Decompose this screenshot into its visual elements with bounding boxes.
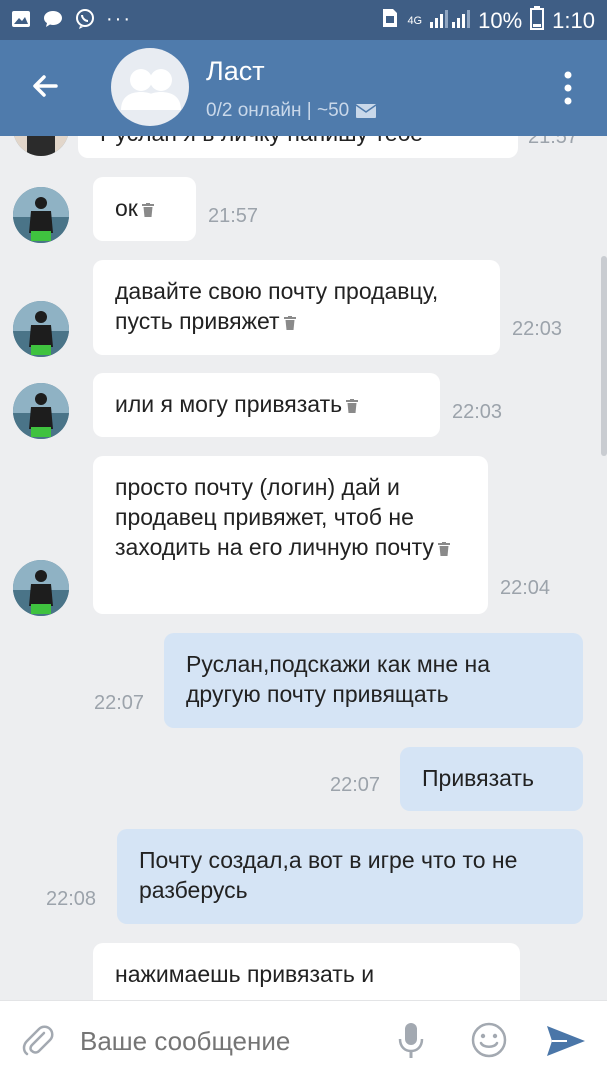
message-bubble[interactable]: Привязать	[400, 747, 583, 811]
status-right-icons: 4G 10% 1:10	[381, 6, 595, 36]
message-bubble[interactable]: просто почту (логин) дай и продавец прив…	[93, 456, 488, 614]
user-photo	[13, 383, 69, 439]
message-time: 22:07	[330, 774, 381, 796]
chat-title[interactable]: Ласт	[206, 56, 265, 87]
user-photo	[13, 301, 69, 357]
battery-icon	[530, 6, 545, 36]
user-photo	[13, 136, 69, 156]
message-text: Руслан,подскажи как мне на другую почту …	[186, 651, 491, 707]
message-text: Руслан я в личку напишу тебе	[100, 136, 423, 146]
more-menu-button[interactable]	[563, 70, 573, 106]
emoji-button[interactable]	[470, 1021, 508, 1059]
message-list[interactable]: Руслан я в личку напишу тебе 21:57 ок 21…	[0, 136, 607, 1000]
user-photo	[13, 560, 69, 616]
voice-button[interactable]	[396, 1021, 426, 1061]
message-input[interactable]	[80, 1023, 380, 1059]
message-text: просто почту (логин) дай и продавец прив…	[115, 474, 434, 560]
more-vertical-icon	[564, 71, 572, 105]
scrollbar[interactable]	[601, 256, 607, 456]
sender-avatar[interactable]	[13, 383, 69, 439]
message-bubble[interactable]: ок	[93, 177, 196, 241]
group-avatar[interactable]	[111, 48, 189, 126]
sender-avatar[interactable]	[13, 560, 69, 616]
chat-header: Ласт 0/2 онлайн | ~50	[0, 40, 607, 136]
members-online: 0/2 онлайн | ~50	[206, 100, 350, 121]
message-bubble[interactable]: нажимаешь привязать и	[93, 943, 520, 1000]
message-time: 21:57	[528, 136, 579, 148]
trash-icon[interactable]	[437, 541, 450, 556]
back-button[interactable]	[26, 66, 66, 106]
more-notifications-icon: ···	[106, 8, 132, 30]
message-bubble[interactable]: Руслан я в личку напишу тебе	[78, 136, 518, 158]
clock: 1:10	[552, 8, 595, 33]
message-text: или я могу привязать	[115, 391, 343, 417]
send-icon	[547, 1026, 585, 1056]
gallery-notification-icon	[10, 8, 32, 30]
chat-subtitle: 0/2 онлайн | ~50	[206, 100, 377, 122]
message-time: 22:07	[94, 692, 145, 714]
message-bubble[interactable]: или я могу привязать	[93, 373, 440, 437]
sim-icon	[381, 7, 399, 35]
signal-icon	[430, 7, 471, 35]
message-text: нажимаешь привязать и	[115, 961, 375, 987]
message-time: 22:04	[500, 577, 551, 599]
sender-avatar[interactable]	[13, 187, 69, 243]
attach-button[interactable]	[20, 1023, 56, 1059]
trash-icon[interactable]	[346, 398, 359, 413]
message-text: Почту создал,а вот в игре что то не разб…	[139, 847, 518, 903]
sender-avatar[interactable]	[13, 301, 69, 357]
network-type: 4G	[407, 14, 423, 27]
message-bubble[interactable]: давайте свою почту продавцу, пусть привя…	[93, 260, 500, 355]
status-left-icons: ···	[10, 8, 132, 30]
status-bar: ··· 4G 10% 1:10	[0, 0, 607, 40]
smiley-icon	[471, 1022, 507, 1058]
message-time: 22:08	[46, 888, 97, 910]
trash-icon[interactable]	[141, 202, 154, 217]
user-photo	[13, 187, 69, 243]
message-time: 22:03	[452, 401, 503, 423]
message-text: давайте свою почту продавцу, пусть привя…	[115, 278, 439, 334]
message-composer	[0, 1000, 607, 1080]
message-time: 21:57	[208, 205, 259, 227]
message-text: Привязать	[422, 765, 534, 791]
group-people-icon	[121, 69, 181, 110]
trash-icon[interactable]	[283, 315, 296, 330]
battery-percent: 10%	[478, 8, 523, 33]
sender-avatar[interactable]	[13, 136, 69, 156]
message-notification-icon	[42, 8, 64, 30]
arrow-left-icon	[33, 75, 58, 97]
envelope-icon	[355, 104, 377, 118]
send-button[interactable]	[545, 1023, 587, 1059]
message-text: ок	[115, 195, 138, 221]
viber-notification-icon	[74, 8, 96, 30]
microphone-icon	[398, 1023, 424, 1058]
message-bubble[interactable]: Почту создал,а вот в игре что то не разб…	[117, 829, 583, 924]
paperclip-icon	[22, 1025, 54, 1056]
message-bubble[interactable]: Руслан,подскажи как мне на другую почту …	[164, 633, 583, 728]
message-time: 22:03	[512, 318, 563, 340]
